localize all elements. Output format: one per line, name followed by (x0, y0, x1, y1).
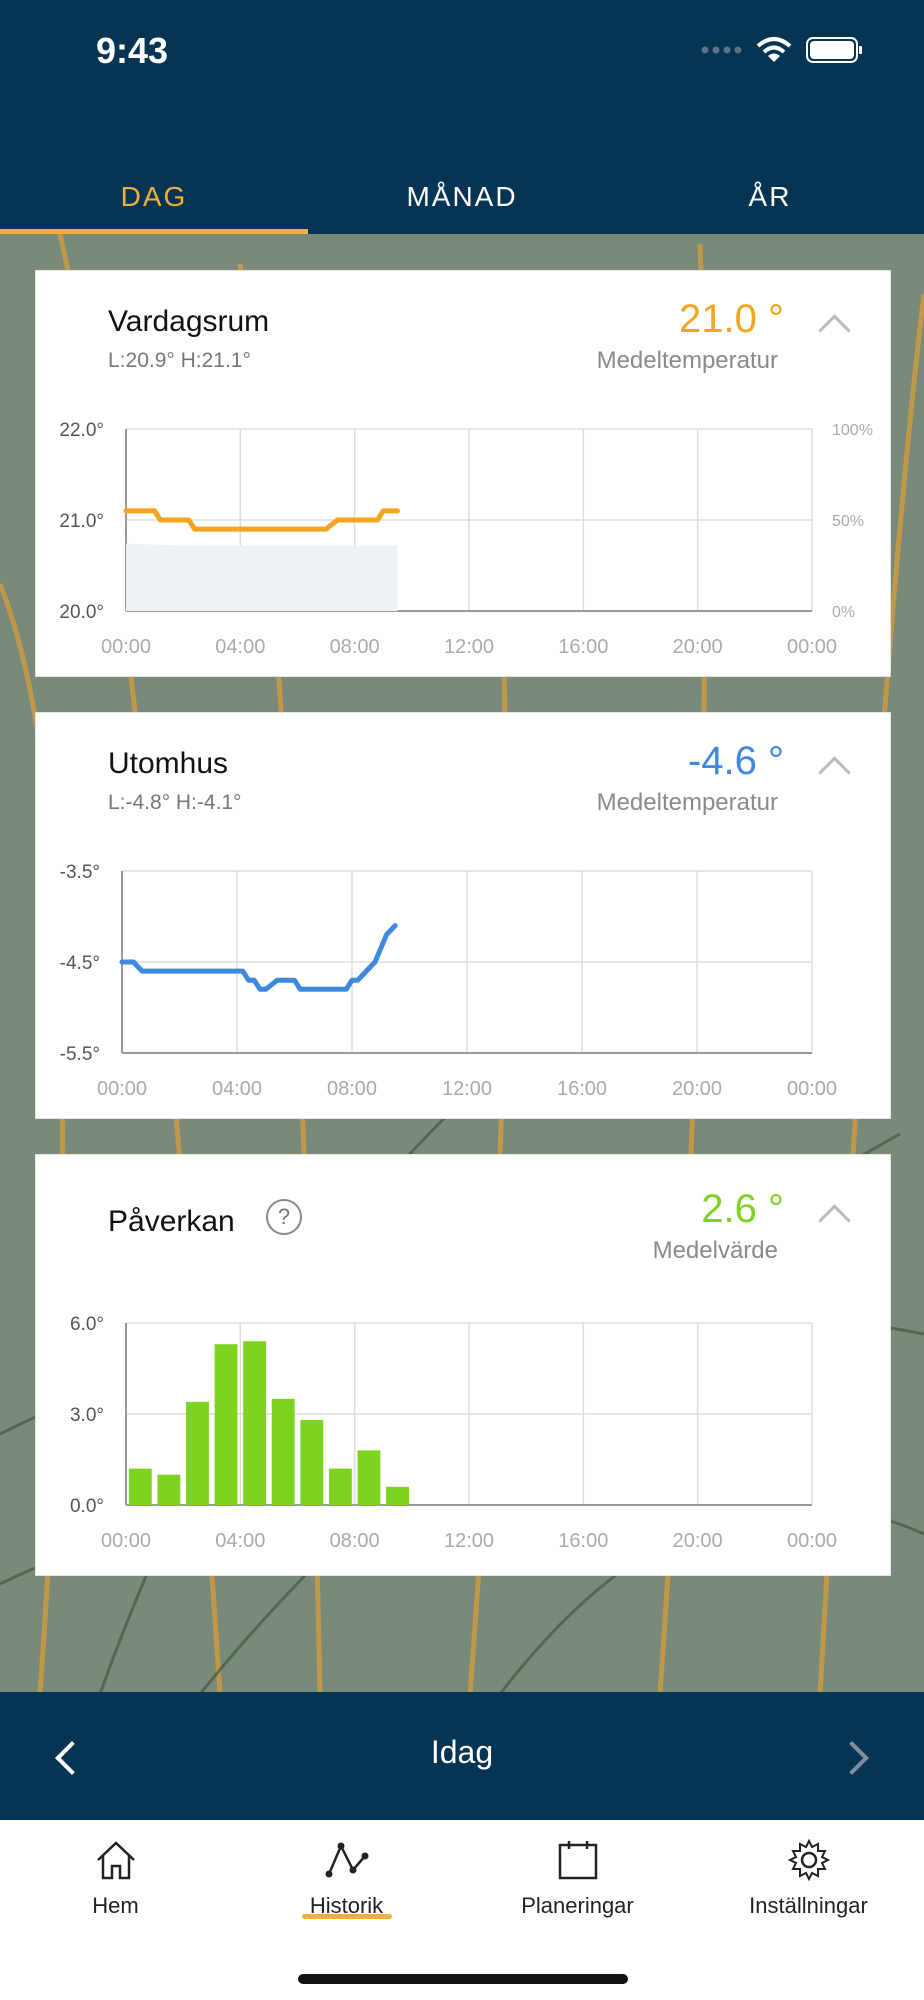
card-caption: Medeltemperatur (596, 789, 778, 816)
y-tick-label: 20.0° (59, 602, 104, 623)
y-tick-label: 21.0° (59, 511, 104, 532)
x-tick-label: 00:00 (101, 636, 151, 658)
y-tick-label: 3.0° (70, 1405, 104, 1426)
tab-dag[interactable]: DAG (0, 170, 308, 234)
date-navigation: Idag (0, 1692, 924, 1820)
chart-utomhus: -3.5° -4.5° -5.5° 00:00 04:00 08:00 12:00 16:00… (60, 862, 837, 1100)
x-tick-label: 04:00 (215, 1530, 265, 1552)
x-tick-label: 16:00 (557, 1078, 607, 1100)
date-label: Idag (430, 1734, 494, 1770)
y-tick-label: -3.5° (60, 862, 100, 883)
card-value: 2.6 ° (701, 1187, 784, 1231)
y2-tick-label: 50% (832, 513, 864, 530)
active-indicator (301, 1914, 392, 1919)
x-tick-label: 00:00 (101, 1530, 151, 1552)
collapse-chevron-icon[interactable] (818, 1204, 851, 1237)
status-icons (700, 36, 864, 64)
tab-ar[interactable]: ÅR (616, 170, 924, 234)
x-tick-label: 16:00 (558, 1530, 608, 1552)
collapse-chevron-icon[interactable] (818, 314, 851, 347)
help-icon[interactable]: ? (266, 1199, 302, 1235)
collapse-chevron-icon[interactable] (818, 756, 851, 789)
home-indicator (298, 1974, 628, 1984)
gear-icon (787, 1838, 830, 1882)
humidity-area (126, 543, 398, 611)
nav-historik[interactable]: Historik (231, 1820, 462, 2000)
tab-manad[interactable]: MÅNAD (308, 170, 616, 234)
x-tick-label: 12:00 (444, 1530, 494, 1552)
bar (300, 1420, 324, 1505)
card-range: L:20.9° H:21.1° (108, 349, 251, 372)
x-tick-label: 16:00 (558, 636, 608, 658)
x-tick-label: 12:00 (444, 636, 494, 658)
period-tabs: DAG MÅNAD ÅR (0, 170, 924, 234)
x-tick-label: 08:00 (327, 1078, 377, 1100)
y-tick-label: 22.0° (59, 420, 104, 441)
nav-label: Hem (92, 1893, 139, 1918)
app-header: 9:43 DAG MÅNAD ÅR (0, 0, 924, 234)
y2-tick-label: 100% (832, 422, 873, 439)
card-paverkan: Påverkan ? 2.6 ° Medelvärde 6.0° 3.0° 0.0°… (35, 1154, 891, 1576)
wifi-icon (756, 37, 792, 62)
bar (214, 1344, 238, 1505)
x-tick-label: 00:00 (97, 1078, 147, 1100)
y-tick-label: -4.5° (60, 953, 100, 974)
nav-planeringar[interactable]: Planeringar (462, 1820, 693, 2000)
bar (157, 1474, 181, 1505)
bar (128, 1468, 152, 1505)
x-tick-label: 00:00 (787, 1530, 837, 1552)
bar (186, 1401, 209, 1505)
card-value: -4.6 ° (687, 739, 784, 783)
bar (328, 1468, 352, 1505)
x-tick-label: 20:00 (672, 1078, 722, 1100)
x-tick-label: 00:00 (787, 1078, 837, 1100)
y-tick-label: 6.0° (70, 1314, 104, 1335)
x-tick-label: 08:00 (330, 1530, 380, 1552)
card-range: L:-4.8° H:-4.1° (108, 791, 242, 814)
chart-vardagsrum: 22.0° 21.0° 20.0° 100% 50% 0% 00:00 04:00 08:00 1… (59, 420, 873, 658)
card-caption: Medeltemperatur (596, 347, 778, 374)
x-tick-label: 20:00 (673, 636, 723, 658)
x-tick-label: 12:00 (442, 1078, 492, 1100)
nav-hem[interactable]: Hem (0, 1820, 231, 2000)
x-tick-label: 04:00 (215, 636, 265, 658)
chart-paverkan: 6.0° 3.0° 0.0° 00:00 04:00 08:00 12:00 16:00 20:… (70, 1314, 837, 1552)
nav-installningar[interactable]: Inställningar (693, 1820, 924, 2000)
x-tick-label: 04:00 (212, 1078, 262, 1100)
calendar-icon (558, 1841, 597, 1880)
home-icon (96, 1841, 135, 1880)
card-utomhus: Utomhus L:-4.8° H:-4.1° -4.6 ° Medeltemp… (35, 712, 891, 1119)
bar (243, 1341, 267, 1505)
bar (357, 1450, 381, 1505)
card-value: 21.0 ° (679, 297, 784, 341)
x-tick-label: 08:00 (330, 636, 380, 658)
x-tick-label: 00:00 (787, 636, 837, 658)
x-tick-label: 20:00 (673, 1530, 723, 1552)
card-title: Påverkan (108, 1205, 235, 1238)
card-title: Vardagsrum (108, 305, 270, 338)
nav-label: Inställningar (749, 1893, 868, 1918)
y-tick-label: 0.0° (70, 1496, 104, 1517)
bottom-navigation: Hem Historik Planeringar Inställningar (0, 1820, 924, 2000)
temperature-line (119, 923, 398, 992)
signal-icon (701, 46, 742, 54)
nav-label: Planeringar (521, 1893, 634, 1918)
y-tick-label: -5.5° (60, 1044, 100, 1065)
card-title: Utomhus (108, 747, 229, 780)
card-vardagsrum: Vardagsrum L:20.9° H:21.1° 21.0 ° Medelt… (35, 270, 891, 677)
status-time: 9:43 (96, 30, 169, 71)
card-caption: Medelvärde (652, 1237, 778, 1264)
battery-icon (806, 37, 862, 63)
bar (386, 1486, 409, 1505)
history-icon (325, 1842, 368, 1878)
bar (271, 1398, 295, 1505)
y2-tick-label: 0% (832, 604, 855, 621)
